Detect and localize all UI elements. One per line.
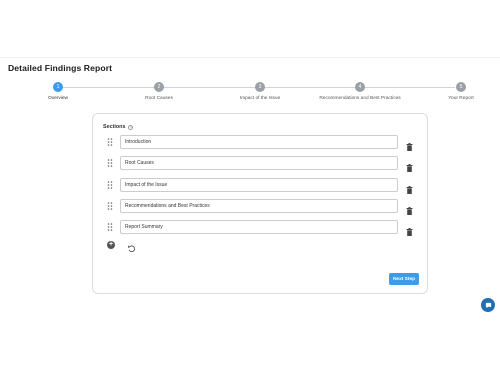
chat-support-button[interactable] <box>481 298 495 312</box>
plus-icon: + <box>108 241 114 248</box>
trash-icon[interactable] <box>406 202 413 215</box>
drag-handle-icon[interactable] <box>107 202 113 210</box>
drag-handle-icon[interactable] <box>107 181 113 189</box>
sections-heading: Sections i <box>103 124 134 130</box>
trash-icon[interactable] <box>406 181 413 194</box>
header-divider <box>0 57 500 58</box>
undo-icon <box>128 245 135 253</box>
sections-card: Sections i Introduction Root Causes Impa… <box>92 113 428 294</box>
step-4-label[interactable]: Recommendations and Best Practices <box>319 96 400 101</box>
step-1-indicator[interactable]: 1 <box>53 82 63 92</box>
chat-icon <box>485 302 491 308</box>
step-4-indicator[interactable]: 4 <box>355 82 365 92</box>
drag-handle-icon[interactable] <box>107 223 113 231</box>
section-name-input[interactable]: Introduction <box>120 135 398 149</box>
undo-button[interactable] <box>127 240 136 253</box>
sections-title: Sections <box>103 124 126 130</box>
info-icon[interactable]: i <box>128 124 134 130</box>
section-row: Impact of the Issue <box>107 178 417 194</box>
add-section-button[interactable]: + <box>107 241 115 249</box>
trash-icon[interactable] <box>406 138 413 151</box>
drag-handle-icon[interactable] <box>107 159 113 167</box>
section-name-input[interactable]: Root Causes <box>120 156 398 170</box>
section-row: Introduction <box>107 135 417 151</box>
progress-stepper: 1 Overview 2 Root Causes 3 Impact of the… <box>0 82 500 106</box>
trash-icon[interactable] <box>406 223 413 236</box>
next-step-button[interactable]: Next Step <box>389 273 419 285</box>
trash-icon[interactable] <box>406 159 413 172</box>
section-row: Report Summary <box>107 220 417 236</box>
section-name-input[interactable]: Report Summary <box>120 220 398 234</box>
step-1-label[interactable]: Overview <box>48 96 68 101</box>
section-row: Root Causes <box>107 156 417 172</box>
drag-handle-icon[interactable] <box>107 138 113 146</box>
step-5-indicator[interactable]: 5 <box>456 82 466 92</box>
page-title: Detailed Findings Report <box>8 63 113 73</box>
step-5-label[interactable]: Your Report <box>448 96 473 101</box>
section-name-input[interactable]: Impact of the Issue <box>120 178 398 192</box>
step-3-indicator[interactable]: 3 <box>255 82 265 92</box>
section-row: Recommendations and Best Practices <box>107 199 417 215</box>
section-name-input[interactable]: Recommendations and Best Practices <box>120 199 398 213</box>
step-2-indicator[interactable]: 2 <box>154 82 164 92</box>
step-3-label[interactable]: Impact of the Issue <box>240 96 281 101</box>
step-2-label[interactable]: Root Causes <box>145 96 173 101</box>
